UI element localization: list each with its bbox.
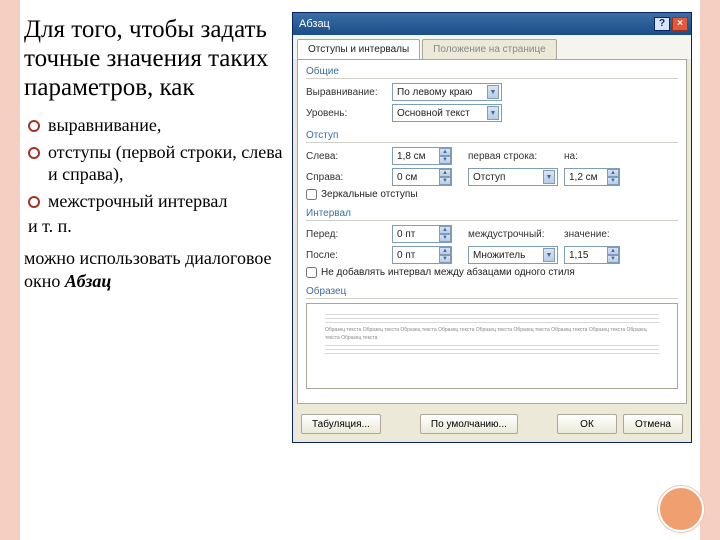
first-line-type-combo[interactable]: Отступ▼	[468, 168, 558, 186]
chevron-down-icon: ▼	[487, 106, 499, 120]
slide-text: Для того, чтобы задать точные значения т…	[24, 12, 284, 528]
noadd-checkbox[interactable]: Не добавлять интервал между абзацами одн…	[306, 267, 575, 278]
linespacing-value-label: значение:	[564, 229, 608, 240]
tabs-button[interactable]: Табуляция...	[301, 414, 381, 434]
tab-strip: Отступы и интервалы Положение на страниц…	[293, 35, 691, 59]
close-button[interactable]: ×	[672, 17, 688, 31]
group-spacing-title: Интервал	[306, 208, 678, 221]
tab-position[interactable]: Положение на странице	[422, 39, 556, 59]
bullet-item: межстрочный интервал	[28, 190, 284, 213]
level-combo[interactable]: Основной текст▼	[392, 104, 502, 122]
slide-heading: Для того, чтобы задать точные значения т…	[24, 16, 284, 102]
mirror-checkbox[interactable]: Зеркальные отступы	[306, 189, 418, 200]
bullet-item: отступы (первой строки, слева и справа),	[28, 141, 284, 186]
first-line-on-label: на:	[564, 151, 588, 162]
indent-right-label: Справа:	[306, 172, 386, 183]
linespacing-combo[interactable]: Множитель▼	[468, 246, 558, 264]
indent-left-spinner[interactable]: 1,8 см▲▼	[392, 147, 452, 165]
dialog-title: Абзац	[299, 18, 330, 30]
default-button[interactable]: По умолчанию...	[420, 414, 518, 434]
bullet-tail: и т. п.	[28, 216, 284, 237]
after-label: После:	[306, 250, 386, 261]
group-indent-title: Отступ	[306, 130, 678, 143]
tab-indents[interactable]: Отступы и интервалы	[297, 39, 420, 59]
alignment-label: Выравнивание:	[306, 87, 386, 98]
group-preview-title: Образец	[306, 286, 678, 299]
help-button[interactable]: ?	[654, 17, 670, 31]
first-line-value-spinner[interactable]: 1,2 см▲▼	[564, 168, 620, 186]
first-line-label: первая строка:	[468, 151, 558, 162]
before-label: Перед:	[306, 229, 386, 240]
decorative-circle	[658, 486, 704, 532]
level-label: Уровень:	[306, 108, 386, 119]
linespacing-value-spinner[interactable]: 1,15▲▼	[564, 246, 620, 264]
linespacing-label: междустрочный:	[468, 229, 558, 240]
bullet-item: выравнивание,	[28, 114, 284, 137]
cancel-button[interactable]: Отмена	[623, 414, 683, 434]
chevron-down-icon: ▼	[543, 248, 555, 262]
indent-right-spinner[interactable]: 0 см▲▼	[392, 168, 452, 186]
after-spinner[interactable]: 0 пт▲▼	[392, 246, 452, 264]
before-spinner[interactable]: 0 пт▲▼	[392, 225, 452, 243]
alignment-combo[interactable]: По левому краю▼	[392, 83, 502, 101]
indent-left-label: Слева:	[306, 151, 386, 162]
paragraph-dialog: Абзац ? × Отступы и интервалы Положение …	[292, 12, 692, 443]
ok-button[interactable]: ОК	[557, 414, 617, 434]
titlebar[interactable]: Абзац ? ×	[293, 13, 691, 35]
group-general-title: Общие	[306, 66, 678, 79]
chevron-down-icon: ▼	[543, 170, 555, 184]
preview-box: Образец текста Образец текста Образец те…	[306, 303, 678, 389]
slide-footer: можно использовать диалоговое окно Абзац	[24, 247, 284, 292]
chevron-down-icon: ▼	[487, 85, 499, 99]
